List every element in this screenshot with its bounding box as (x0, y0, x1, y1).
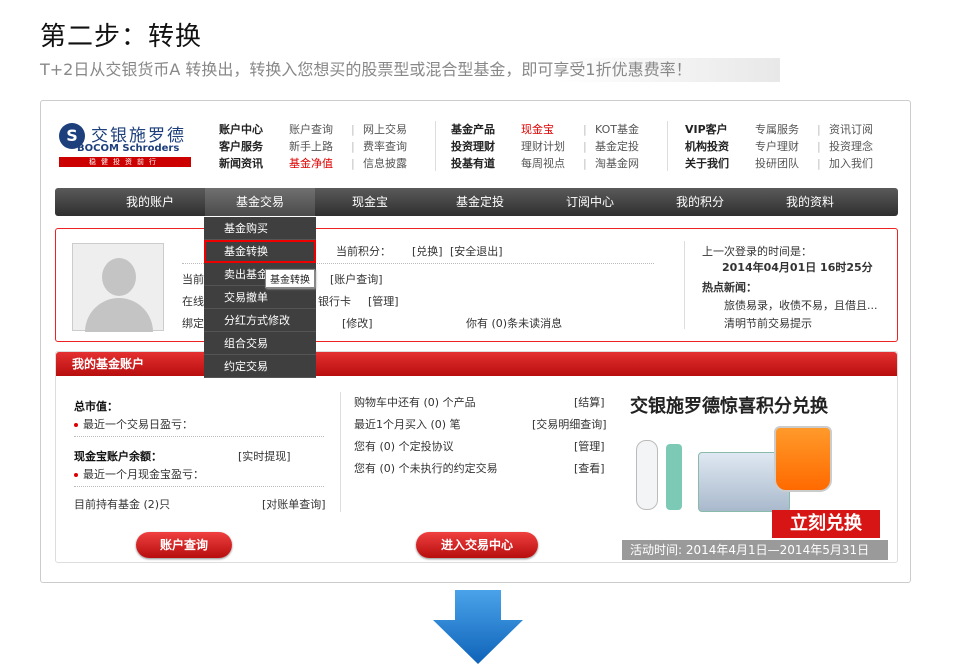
topnav-link[interactable]: 专属服务 (755, 121, 817, 138)
cart-info: 购物车中还有 (0) 个产品 (354, 396, 476, 409)
nav-my-profile[interactable]: 我的资料 (755, 188, 865, 216)
topnav-link[interactable]: 费率查询 (363, 138, 425, 155)
topnav-link[interactable]: 每周视点 (521, 155, 583, 172)
topnav-link[interactable]: 新手上路 (289, 138, 351, 155)
main-navbar: 我的账户 基金交易 现金宝 基金定投 订阅中心 我的积分 我的资料 (55, 188, 898, 216)
recent-profit-label: 最近一个交易日盈亏： (83, 418, 193, 431)
exchange-link[interactable]: [兑换] (412, 243, 443, 259)
hot-news-label: 热点新闻： (702, 281, 757, 294)
topnav-link[interactable]: 加入我们 (829, 155, 891, 172)
manage-link[interactable]: [管理] (368, 293, 399, 309)
topnav-link[interactable]: 基金定投 (595, 138, 657, 155)
holdings-count: 目前持有基金 (2)只 (74, 498, 171, 511)
topnav-link[interactable]: 基金净值 (289, 155, 351, 172)
step-subtitle: T+2日从交银货币A 转换出，转换入您想买的股票型或混合型基金，即可享受1折优惠… (40, 58, 780, 82)
topnav-link[interactable]: 账户查询 (289, 121, 351, 138)
topnav-link[interactable]: 理财计划 (521, 138, 583, 155)
logo-en: BOCOM Schroders (77, 143, 180, 154)
topnav-head[interactable]: 投资理财 (451, 138, 521, 155)
topnav-link[interactable]: 现金宝 (521, 121, 583, 138)
account-query-button[interactable]: 账户查询 (136, 532, 232, 558)
recent-buy-info: 最近1个月买入 (0) 笔 (354, 418, 461, 431)
last-login-label: 上一次登录的时间是： (702, 245, 812, 258)
row-bind: 绑定 (182, 317, 204, 330)
logo-slogan: 稳健投资前行 (59, 157, 191, 167)
thermometer-image (636, 440, 658, 510)
last-login-time: 2014年04月01日 16时25分 (722, 261, 873, 274)
topnav-head[interactable]: 新闻资讯 (219, 155, 289, 172)
down-arrow-icon (433, 590, 523, 664)
recent-month-label: 最近一个月现金宝盈亏： (83, 468, 204, 481)
topnav-head[interactable]: VIP客户 (685, 121, 755, 138)
promo-title: 交银施罗德惊喜积分兑换 (630, 396, 828, 417)
plans-manage-link[interactable]: [管理] (574, 438, 605, 454)
topnav-link[interactable]: 投研团队 (755, 155, 817, 172)
account-query-link[interactable]: [账户查询] (330, 271, 383, 287)
promo-date: 活动时间: 2014年4月1日—2014年5月31日 (622, 540, 888, 560)
topnav-head[interactable]: 账户中心 (219, 121, 289, 138)
fund-trading-dropdown: 基金购买 基金转换 卖出基金 交易撤单 分红方式修改 组合交易 约定交易 (204, 217, 316, 378)
detail-query-link[interactable]: [交易明细查询] (532, 416, 607, 432)
pending-info: 您有 (0) 个未执行的约定交易 (354, 462, 498, 475)
unread-messages[interactable]: 你有 (0)条未读消息 (466, 315, 562, 331)
menu-fund-conversion[interactable]: 基金转换 (204, 240, 316, 263)
toothbrush-image (666, 444, 682, 510)
topnav-head[interactable]: 投基有道 (451, 155, 521, 172)
menu-fund-purchase[interactable]: 基金购买 (204, 217, 316, 240)
topnav-link[interactable]: 投资理念 (829, 138, 891, 155)
plans-info: 您有 (0) 个定投协议 (354, 440, 454, 453)
topnav-link[interactable]: 资讯订阅 (829, 121, 891, 138)
redeem-now-button[interactable]: 立刻兑换 (772, 510, 880, 538)
view-link[interactable]: [查看] (574, 460, 605, 476)
points-label: 当前积分： (336, 245, 391, 258)
news-item[interactable]: 清明节前交易提示 (724, 315, 812, 331)
water-pitcher-image (774, 426, 832, 492)
menu-dividend-change[interactable]: 分红方式修改 (204, 309, 316, 332)
news-item[interactable]: 旅债易录，收债不易，且借且... (724, 297, 878, 313)
nav-my-points[interactable]: 我的积分 (645, 188, 755, 216)
bocom-schroders-logo[interactable]: S 交银施罗德 BOCOM Schroders 稳健投资前行 (57, 121, 193, 169)
nav-subscription[interactable]: 订阅中心 (535, 188, 645, 216)
topnav-link[interactable]: 淘基金网 (595, 155, 657, 172)
cash-balance-label: 现金宝账户余额： (74, 450, 162, 463)
topnav-head[interactable]: 机构投资 (685, 138, 755, 155)
tooltip: 基金转换 (265, 269, 315, 288)
trade-center-button[interactable]: 进入交易中心 (416, 532, 538, 558)
topnav-col3: VIP客户 专属服务 | 资讯订阅 机构投资 专户理财 | 投资理念 关于我们 投研团队 | 加入… (685, 121, 891, 172)
avatar (72, 243, 164, 332)
statement-link[interactable]: [对账单查询] (262, 496, 326, 512)
row-current: 当前 (182, 273, 204, 286)
screenshot-frame: S 交银施罗德 BOCOM Schroders 稳健投资前行 账户中心 账户查询 |… (40, 100, 911, 583)
topnav-link[interactable]: 信息披露 (363, 155, 425, 172)
points-promo-banner[interactable]: 交银施罗德惊喜积分兑换 立刻兑换 活动时间: 2014年4月1日—2014年5月… (622, 382, 888, 560)
modify-link[interactable]: [修改] (342, 315, 373, 331)
topnav-link[interactable]: 专户理财 (755, 138, 817, 155)
fund-account-header: 我的基金账户 (56, 352, 897, 376)
bank-card-label: 银行卡 (318, 295, 351, 308)
nav-fund-plan[interactable]: 基金定投 (425, 188, 535, 216)
topnav-link[interactable]: KOT基金 (595, 121, 657, 138)
menu-cancel-order[interactable]: 交易撤单 (204, 286, 316, 309)
fund-account-panel: 我的基金账户 总市值： 最近一个交易日盈亏： 现金宝账户余额： [实时提现] 最… (55, 351, 898, 563)
menu-scheduled-trade[interactable]: 约定交易 (204, 355, 316, 378)
checkout-link[interactable]: [结算] (574, 394, 605, 410)
topnav-col1: 账户中心 账户查询 | 网上交易 客户服务 新手上路 | 费率查询 新闻资讯 基金净值 | 信息披… (219, 121, 425, 172)
menu-combo-trade[interactable]: 组合交易 (204, 332, 316, 355)
nav-my-account[interactable]: 我的账户 (95, 188, 205, 216)
step-title: 第二步：转换 (40, 22, 203, 52)
topnav-head[interactable]: 基金产品 (451, 121, 521, 138)
topnav-head[interactable]: 客户服务 (219, 138, 289, 155)
logout-link[interactable]: [安全退出] (450, 243, 503, 259)
topnav-link[interactable]: 网上交易 (363, 121, 425, 138)
withdraw-link[interactable]: [实时提现] (238, 448, 291, 464)
nav-fund-trading[interactable]: 基金交易 (205, 188, 315, 216)
topnav-head[interactable]: 关于我们 (685, 155, 755, 172)
nav-cash-treasure[interactable]: 现金宝 (315, 188, 425, 216)
total-value-label: 总市值： (74, 400, 118, 413)
user-info-panel: 当前积分： [兑换] [安全退出] 当前 [账户查询] 在线 银行卡 [管理] … (55, 228, 898, 342)
row-online: 在线 (182, 295, 204, 308)
topnav-col2: 基金产品 现金宝 | KOT基金 投资理财 理财计划 | 基金定投 投基有道 每周视点 | 淘基金… (451, 121, 657, 172)
